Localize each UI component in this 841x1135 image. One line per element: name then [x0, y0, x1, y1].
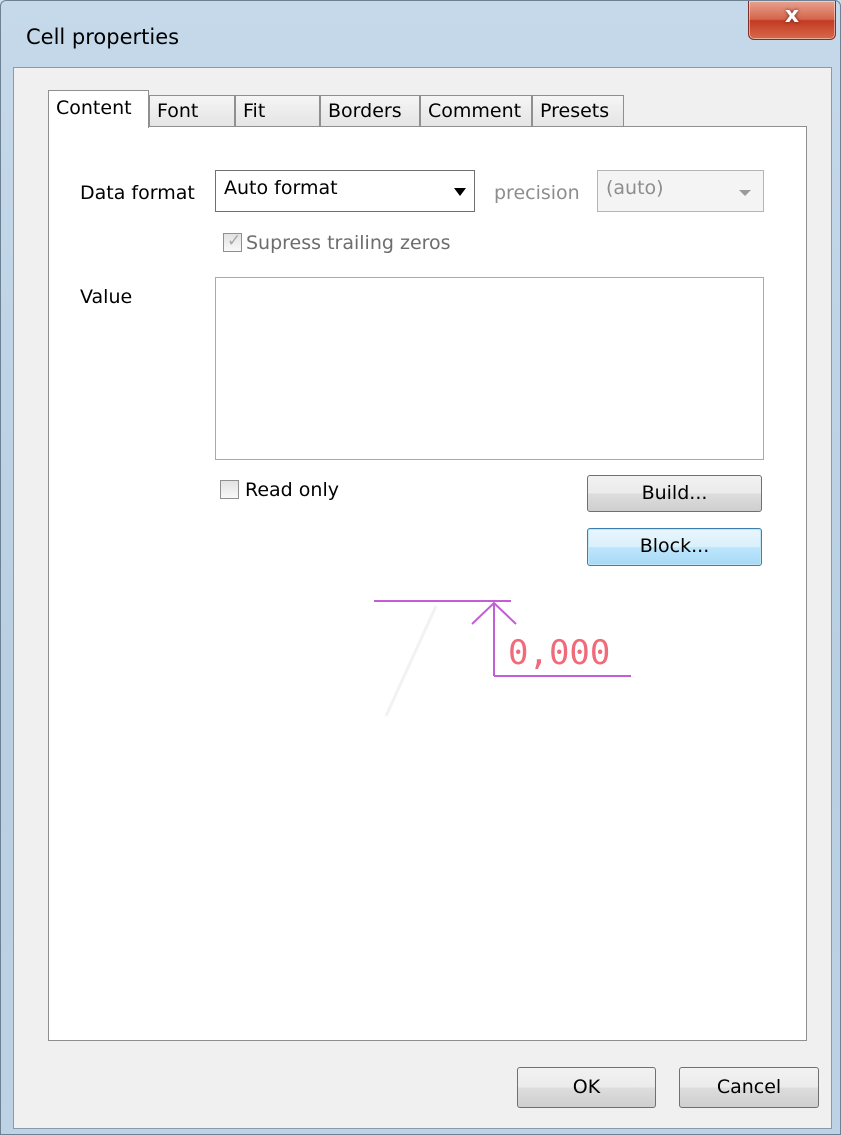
window-title: Cell properties: [26, 25, 180, 49]
precision-label: precision: [494, 182, 580, 204]
value-label: Value: [80, 286, 133, 308]
dialog-window: Cell properties x Content Font Fit Borde…: [0, 0, 841, 1135]
tab-label: Fit: [243, 100, 266, 122]
checkmark-icon: ✓: [227, 231, 242, 251]
tab-label: Presets: [540, 100, 610, 122]
tab-presets[interactable]: Presets: [532, 95, 624, 127]
preview-value-text: 0,000: [508, 633, 610, 673]
cancel-button[interactable]: Cancel: [679, 1067, 819, 1108]
data-format-label: Data format: [80, 182, 195, 204]
close-button[interactable]: x: [748, 1, 836, 40]
tab-borders[interactable]: Borders: [320, 95, 420, 127]
tab-label: Borders: [328, 100, 402, 122]
tab-content[interactable]: Content: [48, 90, 149, 128]
read-only-label: Read only: [245, 479, 339, 501]
suppress-zeros-checkbox[interactable]: ✓: [223, 231, 242, 252]
tab-label: Content: [56, 97, 132, 119]
tab-fit[interactable]: Fit: [235, 95, 320, 127]
format-preview: 0,000: [374, 600, 631, 717]
precision-value: (auto): [606, 177, 664, 199]
value-textarea[interactable]: [215, 277, 764, 460]
close-icon: x: [784, 3, 800, 28]
suppress-zeros-label: Supress trailing zeros: [246, 232, 451, 254]
ok-button[interactable]: OK: [517, 1067, 656, 1108]
chevron-down-icon: [454, 188, 466, 196]
preview-leader-line: [384, 605, 438, 717]
tab-label: Font: [157, 100, 199, 122]
build-button[interactable]: Build...: [587, 475, 762, 512]
tab-comment[interactable]: Comment: [420, 95, 532, 127]
read-only-checkbox[interactable]: [220, 480, 239, 499]
chevron-down-icon: [739, 190, 751, 196]
data-format-value: Auto format: [224, 177, 338, 199]
precision-dropdown[interactable]: (auto): [597, 170, 764, 212]
data-format-dropdown[interactable]: Auto format: [215, 170, 475, 212]
block-button[interactable]: Block...: [587, 528, 762, 566]
tab-font[interactable]: Font: [149, 95, 235, 127]
tab-label: Comment: [428, 100, 522, 122]
